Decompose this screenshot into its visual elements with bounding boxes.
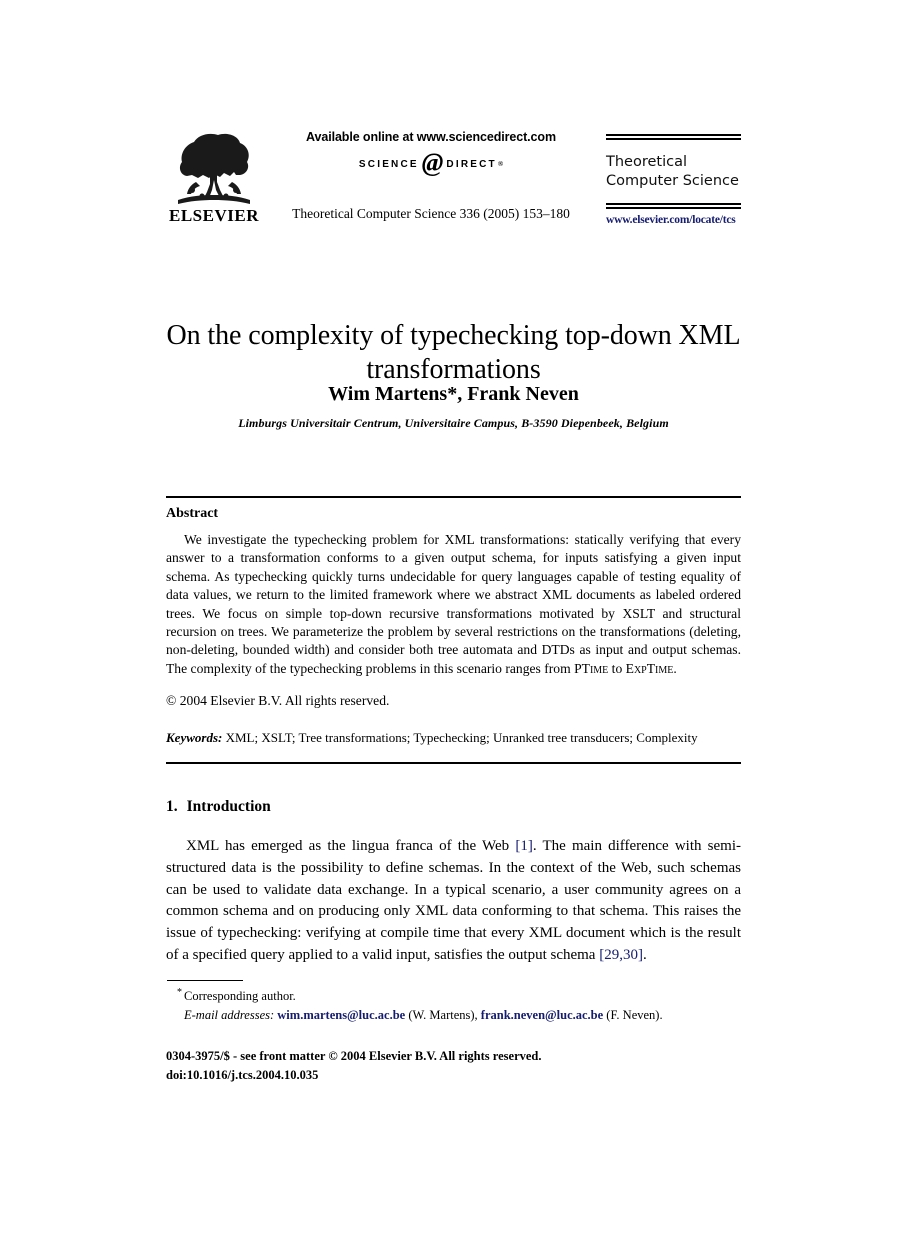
complexity-exptime: ExpTime — [625, 660, 674, 676]
intro-text-part-2: . The main difference with semi-structur… — [166, 838, 741, 963]
email-link-neven[interactable]: frank.neven@luc.ac.be — [481, 1008, 603, 1022]
elsevier-tree-icon — [178, 133, 250, 204]
email-addresses-note: E-mail addresses: wim.martens@luc.ac.be … — [166, 1006, 741, 1025]
sciencedirect-logo-direct: DIRECT — [446, 158, 497, 170]
keywords-label: Keywords: — [166, 730, 223, 745]
author-list: Wim Martens*, Frank Neven — [328, 383, 579, 405]
sciencedirect-available-text: Available online at www.sciencedirect.co… — [306, 130, 556, 144]
issn-front-matter-line: 0304-3975/$ - see front matter © 2004 El… — [166, 1049, 542, 1063]
corresponding-author-note: * Corresponding author. — [166, 985, 741, 1006]
citation-link-1[interactable]: [1] — [515, 838, 533, 854]
elsevier-logo: ELSEVIER — [166, 132, 262, 224]
abstract-heading: Abstract — [166, 506, 219, 521]
asterisk-icon: * — [177, 987, 182, 998]
journal-title: Theoretical Computer Science — [606, 140, 741, 203]
elsevier-wordmark: ELSEVIER — [169, 206, 259, 225]
imprint-block: 0304-3975/$ - see front matter © 2004 El… — [166, 1047, 741, 1085]
keywords-value: XML; XSLT; Tree transformations; Typeche… — [222, 730, 698, 745]
keywords-bottom-rule — [166, 762, 741, 764]
doi-line: doi:10.1016/j.tcs.2004.10.035 — [166, 1067, 319, 1082]
email-addresses-label: E-mail addresses: — [184, 1007, 275, 1022]
journal-title-line-1: Theoretical — [606, 154, 688, 170]
footnote-block: * Corresponding author. E-mail addresses:… — [166, 985, 741, 1025]
email-link-martens[interactable]: wim.martens@luc.ac.be — [277, 1008, 405, 1022]
email-owner-neven: (F. Neven). — [603, 1007, 663, 1022]
affiliation: Limburgs Universitair Centrum, Universit… — [238, 416, 669, 430]
abstract-text-part-2: to — [608, 660, 626, 676]
abstract-text-part-1: We investigate the typechecking problem … — [166, 532, 741, 676]
abstract-top-rule — [166, 496, 741, 498]
abstract-text: We investigate the typechecking problem … — [166, 531, 741, 678]
intro-text-part-1: XML has emerged as the lingua franca of … — [186, 838, 516, 854]
page-title: On the complexity of typechecking top-do… — [166, 319, 741, 386]
intro-text-part-3: . — [642, 946, 647, 963]
introduction-paragraph: XML has emerged as the lingua franca of … — [166, 836, 741, 967]
registered-trademark-icon: ® — [497, 160, 504, 169]
journal-box-bottom-rule — [606, 203, 741, 210]
journal-title-box: Theoretical Computer Science www.elsevie… — [606, 134, 741, 226]
abstract-copyright: © 2004 Elsevier B.V. All rights reserved… — [166, 693, 390, 708]
keywords-line: Keywords: XML; XSLT; Tree transformation… — [166, 729, 741, 747]
complexity-ptime: PTime — [574, 660, 609, 676]
journal-masthead: ELSEVIER Available online at www.science… — [166, 130, 741, 255]
sciencedirect-logo-science: SCIENCE — [358, 158, 419, 170]
corresponding-author-text: Corresponding author. — [184, 989, 296, 1004]
section-heading-introduction: 1. Introduction — [166, 798, 271, 816]
journal-title-line-2: Computer Science — [606, 172, 739, 189]
sciencedirect-logo-icon: SCIENCE @ DIRECT ® — [276, 148, 586, 177]
sciencedirect-block: Available online at www.sciencedirect.co… — [276, 130, 586, 177]
journal-homepage-link[interactable]: www.elsevier.com/locate/tcs — [606, 214, 741, 226]
paper-page: ELSEVIER Available online at www.science… — [0, 0, 907, 1238]
section-number: 1. — [166, 798, 178, 815]
citation-link-2[interactable]: [29,30] — [599, 947, 643, 963]
sciencedirect-logo-at-glyph: @ — [421, 148, 444, 177]
abstract-text-part-3: . — [673, 660, 677, 676]
section-title: Introduction — [186, 798, 271, 815]
journal-citation-line: Theoretical Computer Science 336 (2005) … — [292, 206, 570, 221]
email-owner-martens: (W. Martens), — [405, 1007, 481, 1022]
footnote-separator-rule — [167, 980, 243, 981]
